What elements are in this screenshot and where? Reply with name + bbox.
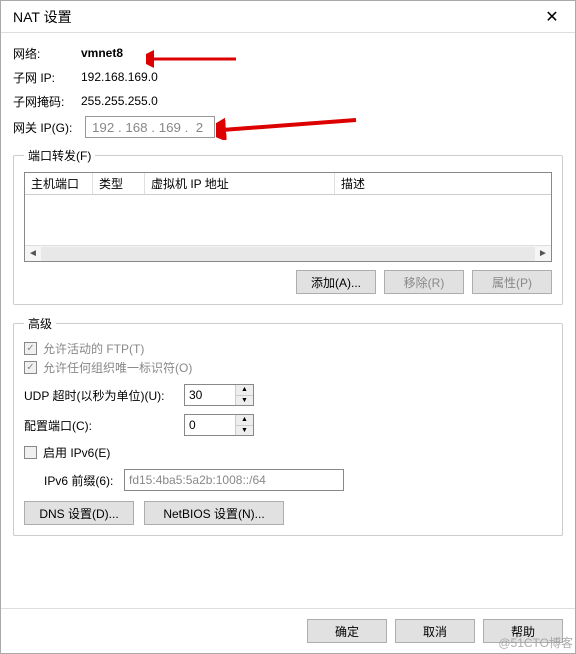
config-port-input[interactable] bbox=[185, 415, 235, 435]
spin-up-icon[interactable]: ▲ bbox=[236, 385, 253, 396]
spin-up-icon[interactable]: ▲ bbox=[236, 415, 253, 426]
config-port-label: 配置端口(C): bbox=[24, 417, 184, 434]
dns-settings-button[interactable]: DNS 设置(D)... bbox=[24, 501, 134, 525]
gateway-label: 网关 IP(G): bbox=[13, 119, 85, 136]
watermark-text: @51CTO博客 bbox=[498, 634, 573, 651]
udp-timeout-spinner[interactable]: ▲ ▼ bbox=[184, 384, 254, 406]
oui-checkbox[interactable]: ✓ bbox=[24, 361, 37, 374]
subnet-mask-value: 255.255.255.0 bbox=[81, 94, 158, 108]
ok-button[interactable]: 确定 bbox=[307, 619, 387, 643]
scroll-right-icon[interactable]: ► bbox=[535, 246, 551, 262]
col-vm-ip[interactable]: 虚拟机 IP 地址 bbox=[145, 173, 335, 194]
netbios-settings-button[interactable]: NetBIOS 设置(N)... bbox=[144, 501, 284, 525]
close-icon[interactable]: ✕ bbox=[537, 5, 567, 29]
subnet-ip-label: 子网 IP: bbox=[13, 69, 81, 86]
ipv6-prefix-label: IPv6 前缀(6): bbox=[44, 472, 124, 489]
port-forward-legend: 端口转发(F) bbox=[24, 147, 95, 164]
ipv6-checkbox[interactable]: ✓ bbox=[24, 446, 37, 459]
subnet-mask-label: 子网掩码: bbox=[13, 93, 81, 110]
properties-button: 属性(P) bbox=[472, 270, 552, 294]
gateway-input[interactable] bbox=[85, 116, 215, 138]
port-forward-group: 端口转发(F) 主机端口 类型 虚拟机 IP 地址 描述 ◄ ► 添加(A)..… bbox=[13, 147, 563, 305]
scroll-left-icon[interactable]: ◄ bbox=[25, 246, 41, 262]
oui-label: 允许任何组织唯一标识符(O) bbox=[43, 359, 192, 376]
udp-timeout-input[interactable] bbox=[185, 385, 235, 405]
add-button[interactable]: 添加(A)... bbox=[296, 270, 376, 294]
port-forward-table[interactable]: 主机端口 类型 虚拟机 IP 地址 描述 ◄ ► bbox=[24, 172, 552, 262]
subnet-ip-value: 192.168.169.0 bbox=[81, 70, 158, 84]
col-desc[interactable]: 描述 bbox=[335, 173, 551, 194]
advanced-legend: 高级 bbox=[24, 315, 56, 332]
ftp-label: 允许活动的 FTP(T) bbox=[43, 340, 144, 357]
remove-button: 移除(R) bbox=[384, 270, 464, 294]
cancel-button[interactable]: 取消 bbox=[395, 619, 475, 643]
ipv6-prefix-input[interactable] bbox=[124, 469, 344, 491]
network-value: vmnet8 bbox=[81, 46, 123, 60]
col-host-port[interactable]: 主机端口 bbox=[25, 173, 93, 194]
scrollbar-track[interactable] bbox=[41, 247, 535, 261]
spin-down-icon[interactable]: ▼ bbox=[236, 396, 253, 406]
ftp-checkbox[interactable]: ✓ bbox=[24, 342, 37, 355]
ipv6-enable-label: 启用 IPv6(E) bbox=[43, 444, 110, 461]
advanced-group: 高级 ✓ 允许活动的 FTP(T) ✓ 允许任何组织唯一标识符(O) UDP 超… bbox=[13, 315, 563, 536]
col-type[interactable]: 类型 bbox=[93, 173, 145, 194]
spin-down-icon[interactable]: ▼ bbox=[236, 426, 253, 436]
network-label: 网络: bbox=[13, 45, 81, 62]
dialog-title: NAT 设置 bbox=[13, 7, 537, 27]
config-port-spinner[interactable]: ▲ ▼ bbox=[184, 414, 254, 436]
udp-timeout-label: UDP 超时(以秒为单位)(U): bbox=[24, 387, 184, 404]
